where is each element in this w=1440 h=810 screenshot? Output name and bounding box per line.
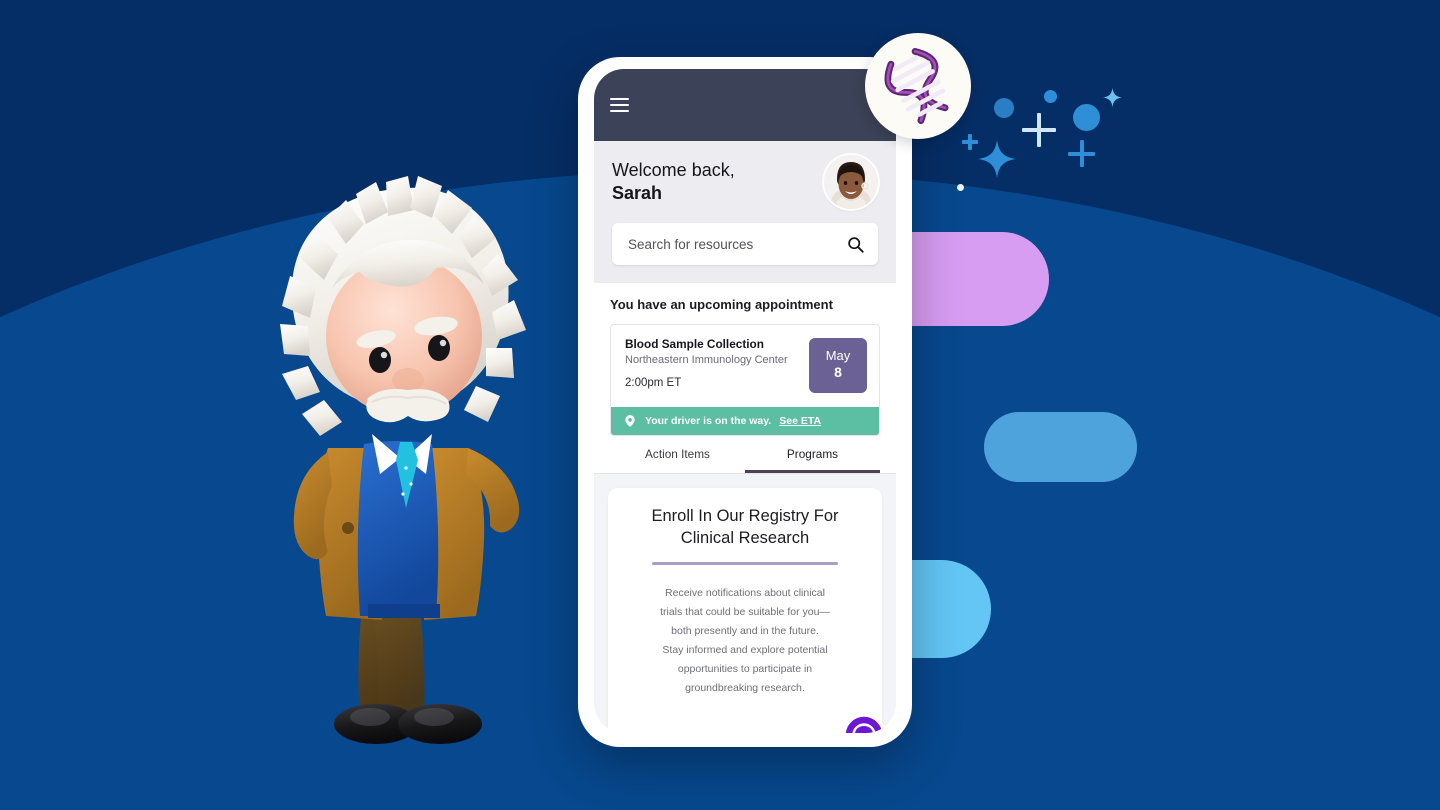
promo-divider bbox=[652, 561, 838, 565]
hero-stage: Welcome back, Sarah Search for resources… bbox=[0, 0, 1440, 810]
driver-status-text: Your driver is on the way. bbox=[645, 415, 772, 427]
promo-line-5: opportunities to participate in bbox=[677, 662, 813, 675]
see-eta-link[interactable]: See ETA bbox=[779, 415, 821, 427]
appointment-section-title: You have an upcoming appointment bbox=[610, 297, 833, 312]
avatar[interactable] bbox=[824, 155, 878, 209]
tab-bar: Action Items Programs bbox=[594, 436, 896, 474]
registry-promo-card[interactable]: Enroll In Our Registry For Clinical Rese… bbox=[608, 488, 886, 733]
decor-dot-medium bbox=[994, 98, 1014, 118]
chat-launcher-button[interactable] bbox=[842, 713, 886, 733]
phone-screen: Welcome back, Sarah Search for resources… bbox=[594, 69, 896, 733]
promo-title: Enroll In Our Registry For Clinical Rese… bbox=[651, 507, 839, 547]
decor-plus-large bbox=[1022, 113, 1056, 147]
driver-status-bar: Your driver is on the way. See ETA bbox=[611, 407, 879, 435]
welcome-greeting: Welcome back, bbox=[612, 160, 735, 181]
appointment-date-month: May bbox=[825, 347, 851, 363]
dna-helix-icon bbox=[884, 48, 949, 124]
location-pin-icon bbox=[625, 415, 635, 427]
decor-pill-blue bbox=[984, 412, 1137, 482]
appointment-date-day: 8 bbox=[834, 364, 842, 381]
hamburger-menu-icon[interactable] bbox=[610, 98, 629, 112]
user-avatar-photo bbox=[824, 155, 878, 209]
appointment-location: Northeastern Immunology Center bbox=[625, 354, 788, 366]
tab-action-items[interactable]: Action Items bbox=[610, 436, 745, 473]
app-header bbox=[594, 69, 896, 141]
appointment-date-badge: May 8 bbox=[809, 338, 867, 393]
search-input[interactable] bbox=[626, 235, 847, 253]
appointment-section: You have an upcoming appointment Blood S… bbox=[594, 283, 896, 436]
welcome-band: Welcome back, Sarah bbox=[594, 141, 896, 283]
tab-programs[interactable]: Programs bbox=[745, 436, 880, 473]
decor-dot-white bbox=[957, 184, 964, 191]
decor-plus-small bbox=[962, 134, 978, 150]
dna-badge bbox=[865, 33, 971, 139]
welcome-text: Welcome back, Sarah bbox=[612, 159, 735, 204]
search-bar[interactable] bbox=[612, 223, 878, 265]
appointment-card[interactable]: Blood Sample Collection Northeastern Imm… bbox=[610, 324, 880, 436]
appointment-time: 2:00pm ET bbox=[625, 377, 682, 389]
promo-line-3: both presently and in the future. bbox=[671, 624, 819, 637]
decor-plus-medium bbox=[1068, 140, 1095, 167]
promo-line-4: Stay informed and explore potential bbox=[662, 643, 828, 656]
decor-star-small bbox=[1103, 88, 1122, 107]
promo-line-2: trials that could be suitable for you— bbox=[660, 605, 830, 618]
appointment-name: Blood Sample Collection bbox=[625, 337, 764, 351]
decor-pill-purple bbox=[903, 232, 1049, 326]
decor-star-large bbox=[978, 140, 1016, 178]
promo-line-6: groundbreaking research. bbox=[685, 681, 805, 694]
promo-body: Receive notifications about clinical tri… bbox=[628, 585, 862, 697]
chat-bubble-icon bbox=[845, 716, 883, 733]
decor-dot-large bbox=[1073, 104, 1100, 131]
einstein-mascot bbox=[280, 176, 526, 744]
search-icon[interactable] bbox=[847, 236, 864, 253]
programs-panel: Enroll In Our Registry For Clinical Rese… bbox=[594, 474, 896, 733]
promo-line-1: Receive notifications about clinical bbox=[665, 586, 825, 599]
decor-dot-small bbox=[1044, 90, 1057, 103]
phone-mockup: Welcome back, Sarah Search for resources… bbox=[578, 57, 912, 747]
welcome-username: Sarah bbox=[612, 183, 663, 203]
